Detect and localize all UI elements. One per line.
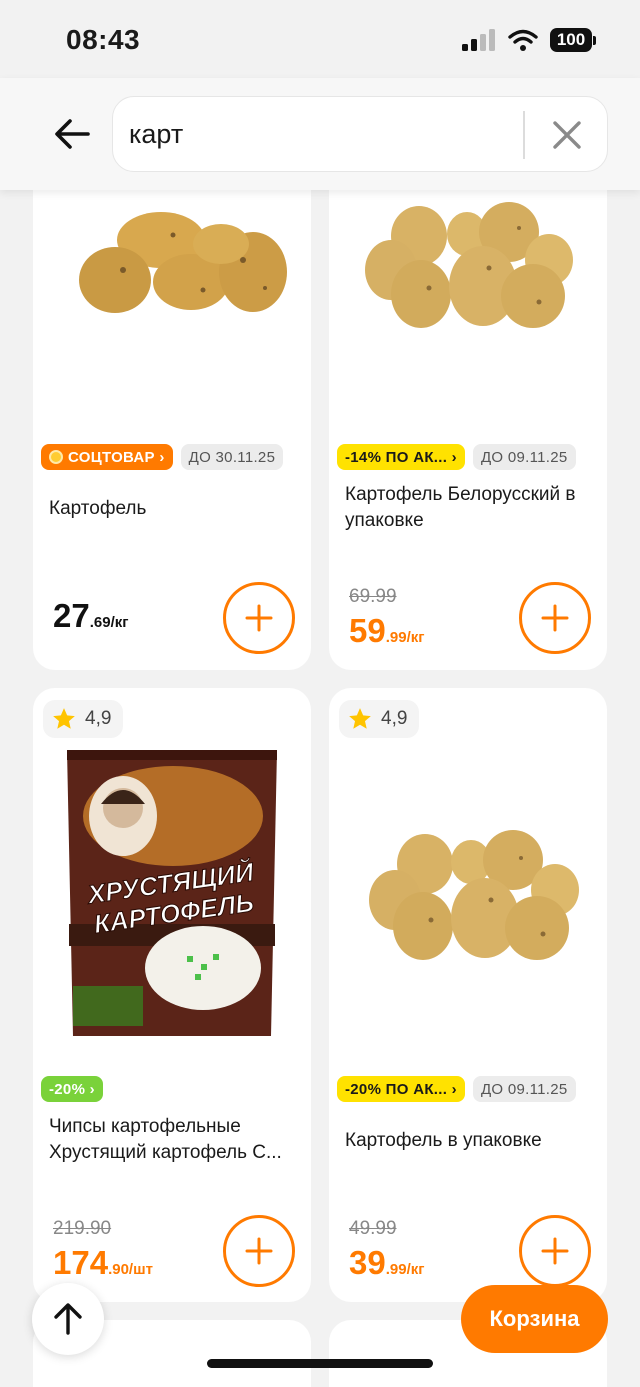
star-icon xyxy=(53,708,75,729)
product-name: Чипсы картофельные Хрустящий картофель С… xyxy=(49,1116,282,1163)
product-grid: СОЦТОВАР › ДО 30.11.25 Картофель 27.69/к… xyxy=(0,0,640,1387)
scroll-to-top-button[interactable] xyxy=(32,1283,104,1355)
product-price: 174.90/шт xyxy=(53,1244,153,1281)
promo-badges: СОЦТОВАР › ДО 30.11.25 xyxy=(41,444,284,470)
add-to-cart-button[interactable] xyxy=(223,1215,295,1287)
product-image: ХРУСТЯЩИЙ КАРТОФЕЛЬ xyxy=(67,750,277,1036)
promo-badges: -20% › xyxy=(41,1076,103,1102)
promo-date-badge: ДО 09.11.25 xyxy=(472,1076,576,1102)
product-old-price: 69.99 xyxy=(349,586,397,607)
product-price: 27.69/кг xyxy=(53,597,129,634)
add-to-cart-button[interactable] xyxy=(223,582,295,654)
promo-date-badge: ДО 30.11.25 xyxy=(180,444,284,470)
plus-icon xyxy=(245,1237,273,1265)
clear-search-button[interactable] xyxy=(547,115,587,155)
plus-icon xyxy=(541,604,569,632)
product-old-price: 49.99 xyxy=(349,1218,397,1239)
product-image xyxy=(365,202,573,328)
promo-badge-discount[interactable]: -14% ПО АК... › xyxy=(337,444,465,470)
product-image xyxy=(369,830,579,960)
product-name: Картофель xyxy=(49,498,147,519)
plus-icon xyxy=(541,1237,569,1265)
close-icon xyxy=(553,121,581,149)
coin-icon xyxy=(49,450,63,464)
arrow-left-icon xyxy=(55,119,90,149)
product-price: 59.99/кг xyxy=(349,612,425,649)
product-name: Картофель Белорусский в упаковке xyxy=(345,484,576,531)
plus-icon xyxy=(245,604,273,632)
back-button[interactable] xyxy=(50,112,94,156)
add-to-cart-button[interactable] xyxy=(519,582,591,654)
promo-badges: -20% ПО АК... › ДО 09.11.25 xyxy=(337,1076,576,1102)
promo-badge-social[interactable]: СОЦТОВАР › xyxy=(41,444,173,470)
product-rating: 4,9 xyxy=(43,700,124,738)
search-box xyxy=(112,96,608,172)
cart-button[interactable]: Корзина xyxy=(461,1285,608,1353)
add-to-cart-button[interactable] xyxy=(519,1215,591,1287)
promo-badge-discount[interactable]: -20% › xyxy=(41,1076,103,1102)
product-card[interactable]: СОЦТОВАР › ДО 30.11.25 Картофель 27.69/к… xyxy=(33,160,311,670)
search-input[interactable] xyxy=(129,111,509,157)
product-image xyxy=(79,212,287,313)
product-card[interactable]: 4,9 ХРУСТЯЩИЙ КАРТОФЕЛЬ -20% › Чипсы кар… xyxy=(33,688,311,1302)
arrow-up-icon xyxy=(54,1303,82,1335)
product-rating: 4,9 xyxy=(339,700,420,738)
promo-badges: -14% ПО АК... › ДО 09.11.25 xyxy=(337,444,576,470)
product-card[interactable]: -14% ПО АК... › ДО 09.11.25 Картофель Бе… xyxy=(329,160,607,670)
promo-badge-discount[interactable]: -20% ПО АК... › xyxy=(337,1076,465,1102)
product-name: Картофель в упаковке xyxy=(345,1130,542,1151)
product-card[interactable]: 4,9 -20% ПО АК... › ДО 09.11.25 Картофел… xyxy=(329,688,607,1302)
home-indicator xyxy=(207,1359,433,1368)
promo-date-badge: ДО 09.11.25 xyxy=(472,444,576,470)
product-price: 39.99/кг xyxy=(349,1244,425,1281)
search-header xyxy=(0,78,640,190)
product-old-price: 219.90 xyxy=(53,1218,112,1239)
search-divider xyxy=(523,111,525,159)
star-icon xyxy=(349,708,371,729)
